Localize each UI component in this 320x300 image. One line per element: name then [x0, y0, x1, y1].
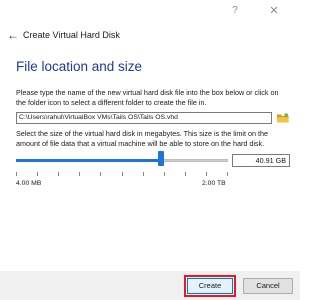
slider-tick: [58, 172, 59, 176]
size-input[interactable]: 40.91 GB: [232, 154, 290, 167]
slider-tick: [227, 172, 228, 176]
highlight-box: [184, 275, 236, 297]
back-arrow-icon[interactable]: ←: [6, 24, 20, 46]
close-button[interactable]: ✕: [266, 3, 282, 19]
help-button[interactable]: ?: [227, 3, 243, 19]
max-size-label: 2.00 TB: [202, 180, 226, 187]
wizard-header: ← Create Virtual Hard Disk: [0, 24, 300, 46]
slider-tick: [164, 172, 165, 176]
slider-tick: [185, 172, 186, 176]
cancel-button[interactable]: Cancel: [243, 278, 293, 294]
slider-thumb[interactable]: [158, 151, 164, 166]
slider-tick: [100, 172, 101, 176]
page-title: File location and size: [16, 59, 143, 74]
slider-ticks: [16, 172, 228, 177]
slider-tick: [143, 172, 144, 176]
folder-icon[interactable]: [276, 111, 290, 125]
slider-tick: [122, 172, 123, 176]
size-description: Select the size of the virtual hard disk…: [16, 129, 268, 148]
file-path-input[interactable]: C:\Users\rahul\VirtualBox VMs\Tails OS\T…: [16, 112, 272, 124]
location-description: Please type the name of the new virtual …: [16, 88, 279, 107]
min-size-label: 4.00 MB: [16, 180, 42, 187]
slider-tick: [206, 172, 207, 176]
slider-fill: [16, 159, 161, 162]
slider-tick: [37, 172, 38, 176]
slider-tick: [79, 172, 80, 176]
wizard-title: Create Virtual Hard Disk: [23, 30, 120, 40]
slider-tick: [16, 172, 17, 176]
title-bar: ? ✕: [0, 0, 300, 22]
size-slider[interactable]: [16, 150, 228, 172]
